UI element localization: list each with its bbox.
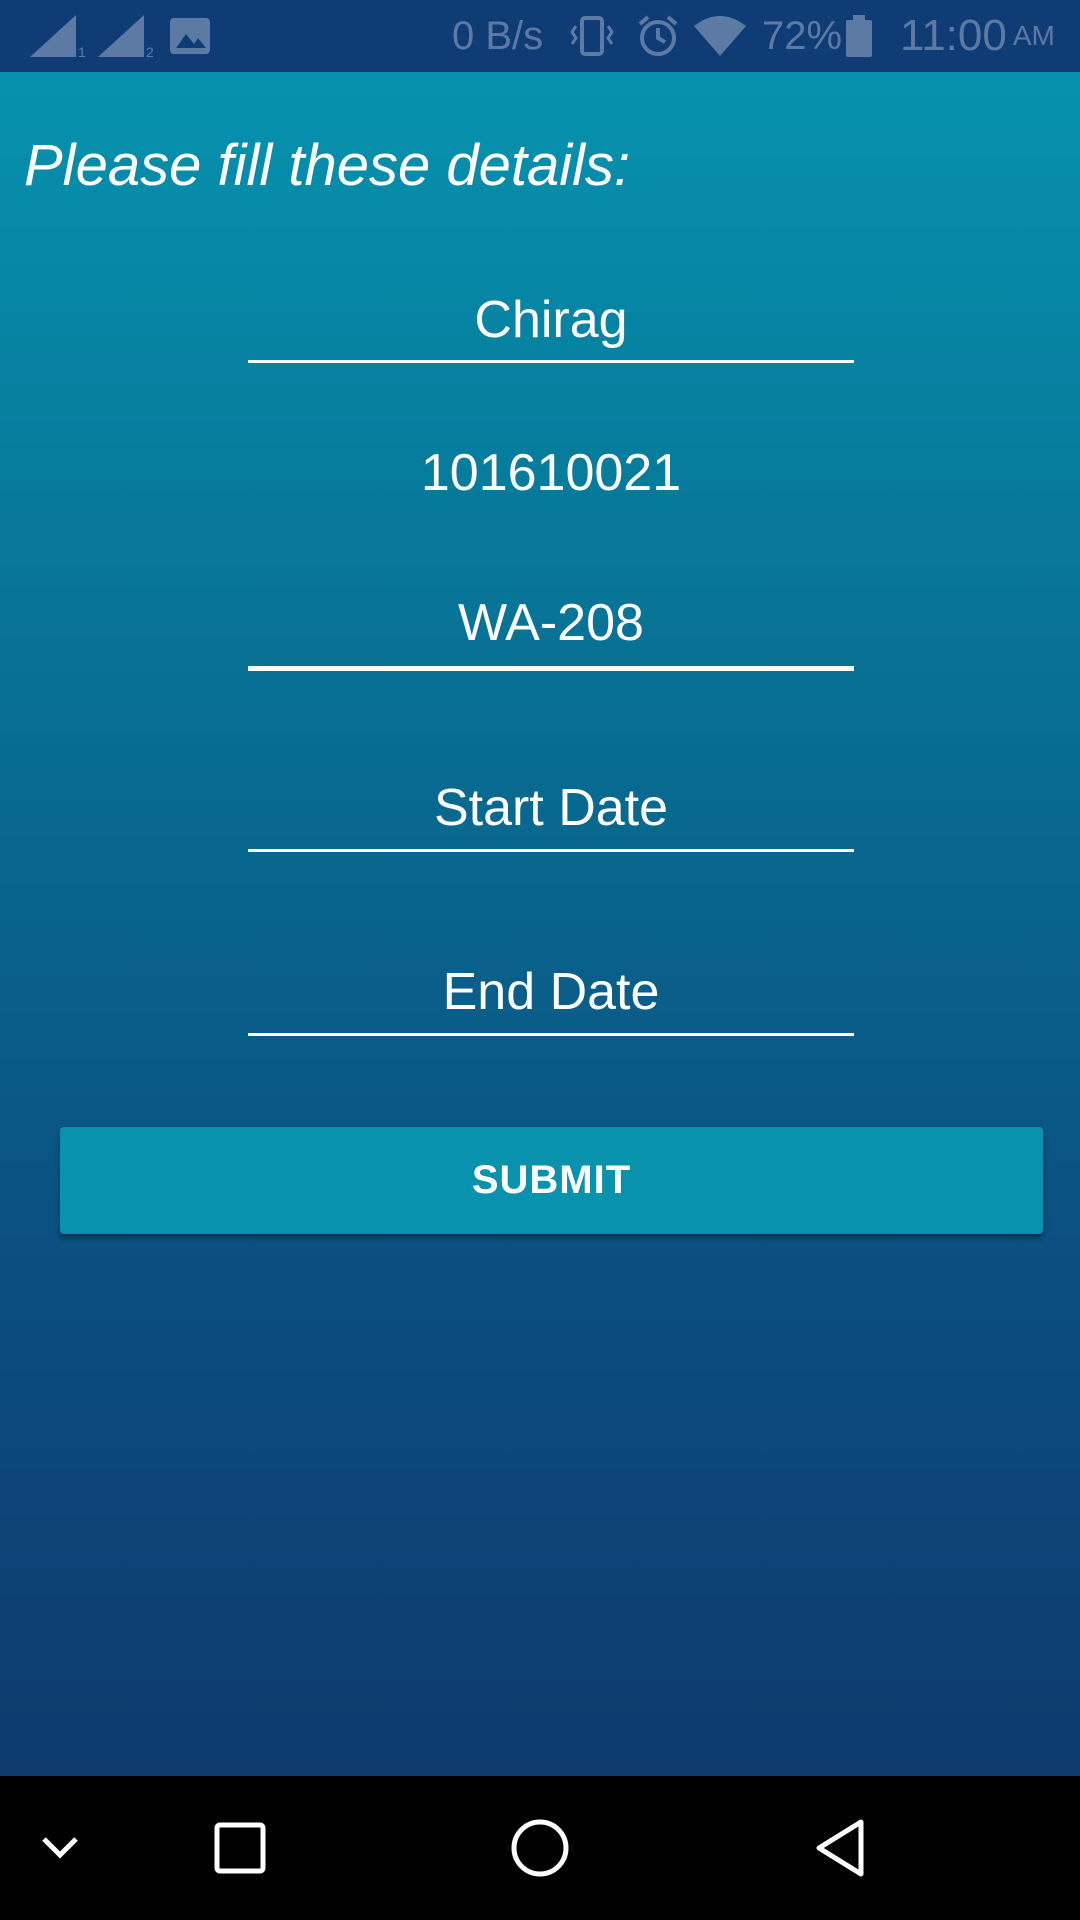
- vibrate-icon: [570, 0, 614, 72]
- clock-time: 11:00: [900, 11, 1007, 60]
- back-icon[interactable]: [800, 1776, 880, 1920]
- room-value: WA-208: [458, 594, 644, 652]
- name-field-underline: [248, 360, 854, 363]
- status-bar: 1 2 0 B/s 72% 11:00 AM: [0, 0, 1080, 72]
- id-field[interactable]: 101610021: [248, 437, 854, 509]
- start-date-underline: [248, 849, 854, 852]
- gallery-icon: [168, 0, 212, 72]
- recents-icon[interactable]: [200, 1776, 280, 1920]
- alarm-icon: [636, 0, 680, 72]
- id-value: 101610021: [420, 444, 682, 502]
- wifi-icon: [692, 0, 748, 72]
- start-date-field[interactable]: Start Date: [248, 772, 854, 844]
- room-field-underline: [248, 666, 854, 671]
- battery-icon: [844, 0, 874, 72]
- chevron-down-icon[interactable]: [30, 1776, 90, 1920]
- signal-sim1-icon: 1: [28, 0, 86, 72]
- svg-text:1: 1: [78, 44, 86, 59]
- svg-text:2: 2: [146, 44, 154, 59]
- battery-percent: 72%: [762, 13, 843, 58]
- name-field[interactable]: Chirag: [248, 284, 854, 356]
- start-date-placeholder: Start Date: [433, 779, 669, 837]
- name-value: Chirag: [474, 291, 628, 349]
- signal-sim2-icon: 2: [96, 0, 154, 72]
- clock-am-pm: AM: [1012, 20, 1055, 51]
- home-icon[interactable]: [500, 1776, 580, 1920]
- end-date-field[interactable]: End Date: [248, 956, 854, 1028]
- navigation-bar: [0, 1776, 1080, 1920]
- end-date-underline: [248, 1033, 854, 1036]
- form-screen: Please fill these details: Chirag 101610…: [0, 72, 1080, 1776]
- submit-button[interactable]: SUBMIT: [60, 1127, 1043, 1234]
- data-speed: 0 B/s: [452, 13, 544, 58]
- end-date-placeholder: End Date: [442, 963, 660, 1021]
- clock: 11:00 AM: [900, 0, 1055, 72]
- page-title: Please fill these details:: [24, 133, 631, 198]
- room-field[interactable]: WA-208: [248, 587, 854, 659]
